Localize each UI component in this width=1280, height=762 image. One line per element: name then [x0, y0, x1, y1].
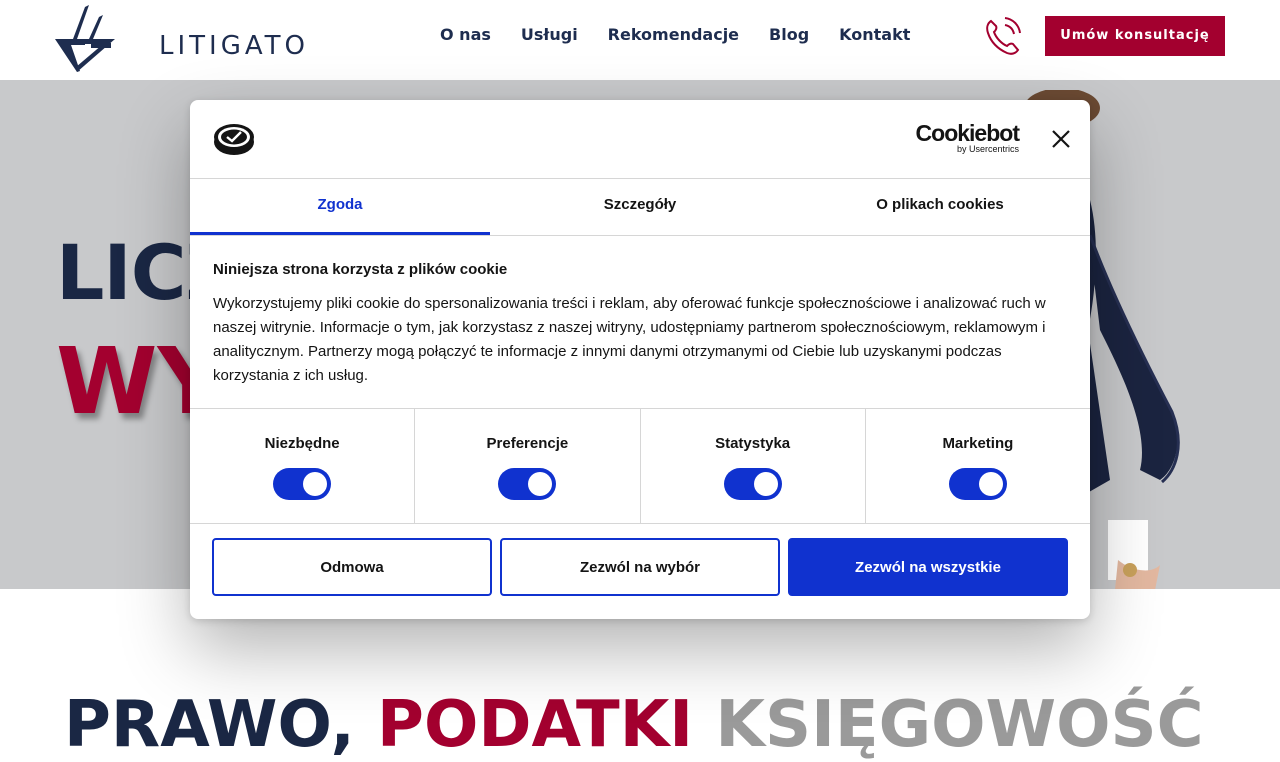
cookiebot-logo-icon	[214, 124, 254, 155]
allow-selection-button[interactable]: Zezwól na wybór	[500, 538, 780, 596]
close-icon[interactable]	[1050, 128, 1072, 150]
teaser-accounting: KSIĘGOWOŚĆ	[715, 688, 1204, 762]
cookie-consent-dialog: Cookiebot by Usercentrics Zgoda Szczegół…	[190, 100, 1090, 619]
services-teaser-heading: PRAWO, PODATKI KSIĘGOWOŚĆ	[64, 688, 1204, 762]
marketing-switch[interactable]	[948, 468, 1007, 500]
toggle-label: Statystyka	[715, 435, 791, 452]
consent-toggles: Niezbędne Preferencje Statystyka Marketi…	[190, 408, 1090, 524]
nav-item-kontakt[interactable]: Kontakt	[839, 24, 910, 46]
nav-item-uslugi[interactable]: Usługi	[521, 24, 578, 46]
tab-consent[interactable]: Zgoda	[190, 178, 490, 235]
dialog-body: Niniejsza strona korzysta z plików cooki…	[213, 260, 1073, 388]
cookiebot-brand[interactable]: Cookiebot by Usercentrics	[914, 120, 1020, 154]
tab-details[interactable]: Szczegóły	[490, 178, 790, 235]
logo-text: LITIGATO	[159, 31, 309, 61]
brand-name: Cookiebot	[915, 120, 1020, 146]
toggle-label: Preferencje	[486, 435, 569, 452]
switch-knob	[528, 472, 553, 496]
main-nav: O nas Usługi Rekomendacje Blog Kontakt	[440, 24, 940, 46]
switch-knob	[303, 472, 328, 496]
toggle-preferences: Preferencje	[415, 409, 641, 523]
litigato-logo-icon	[55, 5, 115, 72]
book-consultation-button[interactable]: Umów konsultację	[1045, 16, 1225, 56]
tab-about-cookies[interactable]: O plikach cookies	[790, 178, 1090, 235]
phone-icon[interactable]	[983, 15, 1023, 57]
dialog-header: Cookiebot by Usercentrics	[190, 100, 1090, 179]
dialog-description: Wykorzystujemy pliki cookie do spersonal…	[213, 295, 1046, 384]
switch-knob	[753, 472, 778, 496]
necessary-switch[interactable]	[273, 468, 332, 500]
toggle-necessary: Niezbędne	[190, 409, 416, 523]
nav-item-rekomendacje[interactable]: Rekomendacje	[608, 24, 739, 46]
allow-all-button[interactable]: Zezwól na wszystkie	[788, 538, 1068, 596]
dialog-buttons: Odmowa Zezwól na wybór Zezwól na wszystk…	[212, 538, 1068, 596]
site-logo[interactable]: LITIGATO	[55, 5, 305, 73]
preferences-switch[interactable]	[498, 468, 557, 500]
toggle-marketing: Marketing	[866, 409, 1090, 523]
deny-button[interactable]: Odmowa	[212, 538, 492, 596]
toggle-statistics: Statystyka	[641, 409, 866, 523]
statistics-switch[interactable]	[723, 468, 782, 500]
toggle-label: Marketing	[942, 435, 1014, 452]
dialog-tabs: Zgoda Szczegóły O plikach cookies	[190, 178, 1090, 236]
dialog-heading: Niniejsza strona korzysta z plików cooki…	[213, 261, 508, 278]
teaser-taxes: PODATKI	[377, 688, 716, 762]
nav-item-blog[interactable]: Blog	[769, 24, 809, 46]
site-header: LITIGATO O nas Usługi Rekomendacje Blog …	[0, 0, 1280, 80]
toggle-label: Niezbędne	[264, 435, 340, 452]
teaser-law: PRAWO,	[64, 688, 378, 762]
nav-item-o-nas[interactable]: O nas	[440, 24, 491, 46]
switch-knob	[978, 472, 1003, 496]
